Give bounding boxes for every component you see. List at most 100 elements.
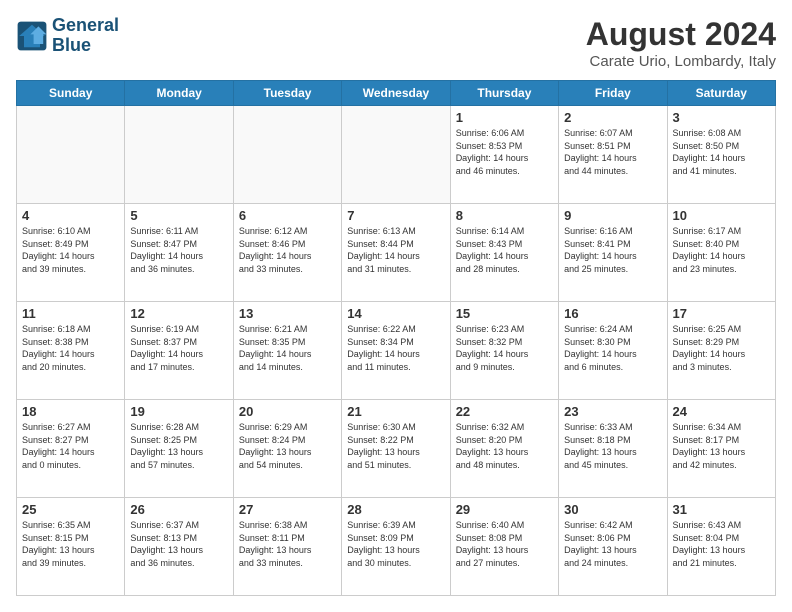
day-info: Sunrise: 6:37 AM Sunset: 8:13 PM Dayligh… [130,519,227,569]
calendar-cell: 23 Sunrise: 6:33 AM Sunset: 8:18 PM Dayli… [559,400,667,498]
calendar-cell: 13Sunrise: 6:21 AM Sunset: 8:35 PM Dayli… [233,302,341,400]
day-info: Sunrise: 6:08 AM Sunset: 8:50 PM Dayligh… [673,127,770,177]
day-number: 13 [239,306,336,321]
day-number: 4 [22,208,119,223]
calendar-cell: 25 Sunrise: 6:35 AM Sunset: 8:15 PM Dayli… [17,498,125,596]
day-info: Sunrise: 6:32 AM Sunset: 8:20 PM Dayligh… [456,421,553,471]
calendar-cell: 29 Sunrise: 6:40 AM Sunset: 8:08 PM Dayli… [450,498,558,596]
calendar-week-5: 25 Sunrise: 6:35 AM Sunset: 8:15 PM Dayli… [17,498,776,596]
calendar-week-1: 1 Sunrise: 6:06 AM Sunset: 8:53 PM Daylig… [17,106,776,204]
logo-icon [16,20,48,52]
day-header-friday: Friday [559,81,667,106]
day-info: Sunrise: 6:27 AM Sunset: 8:27 PM Dayligh… [22,421,119,471]
day-header-wednesday: Wednesday [342,81,450,106]
main-title: August 2024 [586,16,776,53]
logo: General Blue [16,16,119,56]
calendar-week-3: 11Sunrise: 6:18 AM Sunset: 8:38 PM Dayli… [17,302,776,400]
day-header-thursday: Thursday [450,81,558,106]
logo-line2: Blue [52,35,91,55]
subtitle: Carate Urio, Lombardy, Italy [586,53,776,70]
calendar-cell: 27 Sunrise: 6:38 AM Sunset: 8:11 PM Dayli… [233,498,341,596]
day-info: Sunrise: 6:24 AM Sunset: 8:30 PM Dayligh… [564,323,661,373]
day-number: 11 [22,306,119,321]
day-info: Sunrise: 6:28 AM Sunset: 8:25 PM Dayligh… [130,421,227,471]
calendar-cell: 5 Sunrise: 6:11 AM Sunset: 8:47 PM Daylig… [125,204,233,302]
calendar-cell: 3 Sunrise: 6:08 AM Sunset: 8:50 PM Daylig… [667,106,775,204]
day-info: Sunrise: 6:29 AM Sunset: 8:24 PM Dayligh… [239,421,336,471]
day-number: 1 [456,110,553,125]
title-block: August 2024 Carate Urio, Lombardy, Italy [586,16,776,70]
calendar-cell [125,106,233,204]
calendar-cell: 6 Sunrise: 6:12 AM Sunset: 8:46 PM Daylig… [233,204,341,302]
day-info: Sunrise: 6:19 AM Sunset: 8:37 PM Dayligh… [130,323,227,373]
calendar-cell: 2 Sunrise: 6:07 AM Sunset: 8:51 PM Daylig… [559,106,667,204]
calendar-cell: 28 Sunrise: 6:39 AM Sunset: 8:09 PM Dayli… [342,498,450,596]
calendar-cell: 18 Sunrise: 6:27 AM Sunset: 8:27 PM Dayli… [17,400,125,498]
logo-text: General Blue [52,16,119,56]
day-number: 2 [564,110,661,125]
calendar-header-row: SundayMondayTuesdayWednesdayThursdayFrid… [17,81,776,106]
day-number: 15 [456,306,553,321]
day-number: 21 [347,404,444,419]
day-number: 25 [22,502,119,517]
day-info: Sunrise: 6:34 AM Sunset: 8:17 PM Dayligh… [673,421,770,471]
header: General Blue August 2024 Carate Urio, Lo… [16,16,776,70]
day-info: Sunrise: 6:11 AM Sunset: 8:47 PM Dayligh… [130,225,227,275]
day-number: 17 [673,306,770,321]
day-info: Sunrise: 6:33 AM Sunset: 8:18 PM Dayligh… [564,421,661,471]
day-number: 23 [564,404,661,419]
day-number: 19 [130,404,227,419]
day-info: Sunrise: 6:06 AM Sunset: 8:53 PM Dayligh… [456,127,553,177]
day-info: Sunrise: 6:30 AM Sunset: 8:22 PM Dayligh… [347,421,444,471]
page: General Blue August 2024 Carate Urio, Lo… [0,0,792,612]
day-number: 3 [673,110,770,125]
day-info: Sunrise: 6:22 AM Sunset: 8:34 PM Dayligh… [347,323,444,373]
calendar-cell: 8Sunrise: 6:14 AM Sunset: 8:43 PM Daylig… [450,204,558,302]
logo-line1: General [52,15,119,35]
calendar-cell: 19 Sunrise: 6:28 AM Sunset: 8:25 PM Dayli… [125,400,233,498]
calendar-cell: 16 Sunrise: 6:24 AM Sunset: 8:30 PM Dayli… [559,302,667,400]
day-info: Sunrise: 6:10 AM Sunset: 8:49 PM Dayligh… [22,225,119,275]
day-number: 7 [347,208,444,223]
calendar-cell: 11Sunrise: 6:18 AM Sunset: 8:38 PM Dayli… [17,302,125,400]
calendar-cell: 24Sunrise: 6:34 AM Sunset: 8:17 PM Dayli… [667,400,775,498]
day-number: 10 [673,208,770,223]
day-number: 18 [22,404,119,419]
calendar-cell: 7 Sunrise: 6:13 AM Sunset: 8:44 PM Daylig… [342,204,450,302]
calendar-cell: 1 Sunrise: 6:06 AM Sunset: 8:53 PM Daylig… [450,106,558,204]
day-info: Sunrise: 6:38 AM Sunset: 8:11 PM Dayligh… [239,519,336,569]
calendar-cell: 4 Sunrise: 6:10 AM Sunset: 8:49 PM Daylig… [17,204,125,302]
day-number: 8 [456,208,553,223]
day-info: Sunrise: 6:39 AM Sunset: 8:09 PM Dayligh… [347,519,444,569]
calendar-cell: 17Sunrise: 6:25 AM Sunset: 8:29 PM Dayli… [667,302,775,400]
day-number: 16 [564,306,661,321]
day-number: 22 [456,404,553,419]
day-number: 29 [456,502,553,517]
calendar-week-2: 4 Sunrise: 6:10 AM Sunset: 8:49 PM Daylig… [17,204,776,302]
day-info: Sunrise: 6:43 AM Sunset: 8:04 PM Dayligh… [673,519,770,569]
day-info: Sunrise: 6:13 AM Sunset: 8:44 PM Dayligh… [347,225,444,275]
day-number: 26 [130,502,227,517]
day-header-monday: Monday [125,81,233,106]
day-number: 5 [130,208,227,223]
calendar-cell [17,106,125,204]
day-number: 28 [347,502,444,517]
day-info: Sunrise: 6:12 AM Sunset: 8:46 PM Dayligh… [239,225,336,275]
day-number: 27 [239,502,336,517]
calendar-cell: 31 Sunrise: 6:43 AM Sunset: 8:04 PM Dayli… [667,498,775,596]
calendar-cell: 21 Sunrise: 6:30 AM Sunset: 8:22 PM Dayli… [342,400,450,498]
day-info: Sunrise: 6:16 AM Sunset: 8:41 PM Dayligh… [564,225,661,275]
day-number: 30 [564,502,661,517]
calendar-cell: 9Sunrise: 6:16 AM Sunset: 8:41 PM Daylig… [559,204,667,302]
day-info: Sunrise: 6:07 AM Sunset: 8:51 PM Dayligh… [564,127,661,177]
calendar-cell: 30 Sunrise: 6:42 AM Sunset: 8:06 PM Dayli… [559,498,667,596]
day-info: Sunrise: 6:42 AM Sunset: 8:06 PM Dayligh… [564,519,661,569]
day-info: Sunrise: 6:35 AM Sunset: 8:15 PM Dayligh… [22,519,119,569]
day-number: 6 [239,208,336,223]
day-info: Sunrise: 6:17 AM Sunset: 8:40 PM Dayligh… [673,225,770,275]
calendar-cell: 12Sunrise: 6:19 AM Sunset: 8:37 PM Dayli… [125,302,233,400]
calendar-cell: 15Sunrise: 6:23 AM Sunset: 8:32 PM Dayli… [450,302,558,400]
calendar-table: SundayMondayTuesdayWednesdayThursdayFrid… [16,80,776,596]
day-number: 31 [673,502,770,517]
day-info: Sunrise: 6:40 AM Sunset: 8:08 PM Dayligh… [456,519,553,569]
